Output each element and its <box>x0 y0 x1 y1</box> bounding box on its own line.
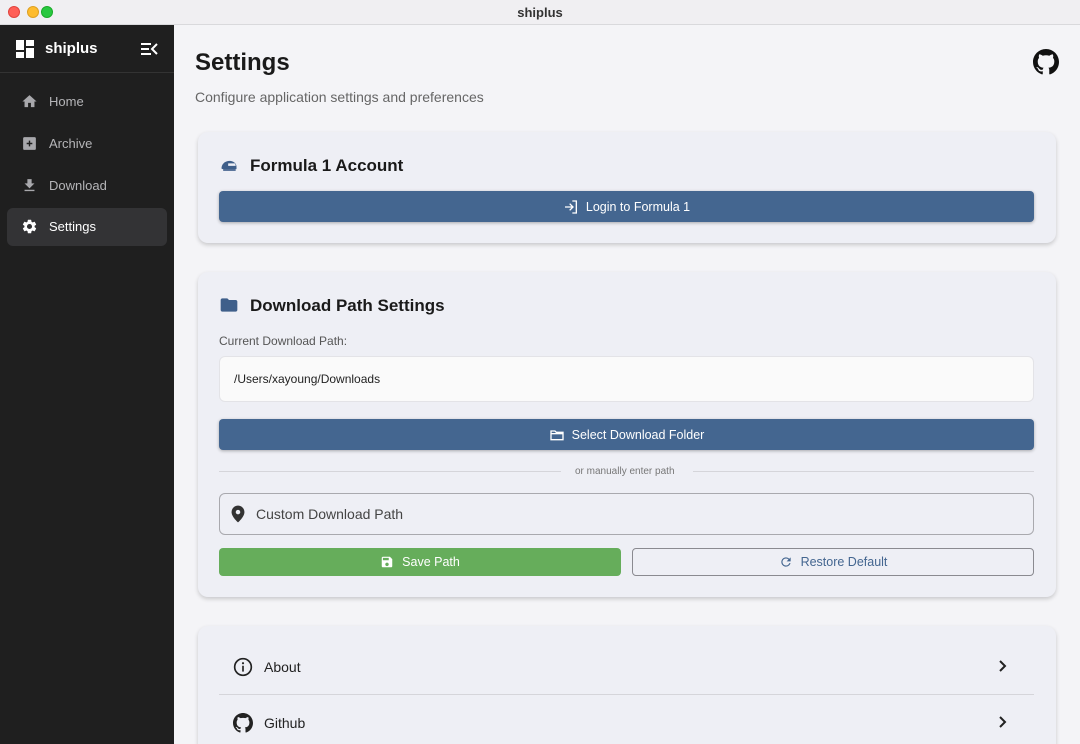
list-item-label: Github <box>264 715 306 731</box>
github-icon[interactable] <box>1033 49 1059 75</box>
archive-icon <box>23 137 36 150</box>
divider-right <box>693 471 1034 472</box>
save-path-button[interactable]: Save Path <box>219 548 621 576</box>
login-icon <box>564 199 577 214</box>
current-path-value: /Users/xayoung/Downloads <box>234 372 381 386</box>
sidebar-item-label: Home <box>49 94 84 109</box>
sidebar-brand: shiplus <box>0 25 174 73</box>
button-label: Save Path <box>402 555 460 569</box>
custom-path-input[interactable] <box>256 494 1016 534</box>
sidebar-item-home[interactable]: Home <box>7 83 167 121</box>
sidebar-item-archive[interactable]: Archive <box>7 125 167 163</box>
current-path-label: Current Download Path: <box>219 334 348 348</box>
refresh-icon <box>780 557 791 567</box>
folder-icon <box>220 298 238 312</box>
sidebar-item-label: Download <box>49 178 107 193</box>
sidebar-item-download[interactable]: Download <box>7 167 167 205</box>
github-icon <box>233 713 253 733</box>
sidebar-item-settings[interactable]: Settings <box>7 208 167 246</box>
sidebar-item-label: Settings <box>49 219 96 234</box>
home-icon <box>22 95 37 108</box>
chevron-right-icon <box>999 660 1007 672</box>
folder-open-icon <box>549 429 564 440</box>
save-icon <box>381 556 393 568</box>
links-card: About Github <box>198 626 1056 744</box>
button-label: Select Download Folder <box>571 427 705 442</box>
login-formula1-button[interactable]: Login to Formula 1 <box>219 191 1034 222</box>
collapse-sidebar-icon[interactable] <box>140 40 158 58</box>
divider-left <box>219 471 561 472</box>
divider-text: or manually enter path <box>575 466 675 477</box>
main-content: Settings Configure application settings … <box>174 25 1080 744</box>
window-title: shiplus <box>517 5 563 20</box>
brand-name: shiplus <box>45 40 98 57</box>
location-pin-icon <box>231 505 245 523</box>
sidebar-item-label: Archive <box>49 136 93 151</box>
list-item-label: About <box>264 659 301 675</box>
card-title: Formula 1 Account <box>250 156 404 175</box>
dashboard-logo-icon <box>16 40 34 58</box>
list-item-about[interactable]: About <box>219 639 1034 694</box>
window-titlebar: shiplus <box>0 0 1080 25</box>
button-label: Restore Default <box>800 555 888 569</box>
current-path-display: /Users/xayoung/Downloads <box>219 356 1034 402</box>
page-title: Settings <box>195 49 290 76</box>
info-icon <box>233 657 253 677</box>
formula1-account-card: Formula 1 Account Login to Formula 1 <box>198 132 1056 243</box>
select-download-folder-button[interactable]: Select Download Folder <box>219 419 1034 450</box>
sidebar: shiplus Home Archive Download Settings <box>0 25 174 744</box>
card-title: Download Path Settings <box>250 296 445 315</box>
gear-icon <box>22 219 37 234</box>
restore-default-button[interactable]: Restore Default <box>632 548 1034 576</box>
download-icon <box>24 179 35 192</box>
chevron-right-icon <box>999 716 1007 728</box>
download-path-card: Download Path Settings Current Download … <box>198 272 1056 597</box>
custom-path-field[interactable] <box>219 493 1034 535</box>
page-subtitle: Configure application settings and prefe… <box>195 89 484 105</box>
button-label: Login to Formula 1 <box>585 199 691 214</box>
list-item-github[interactable]: Github <box>219 695 1034 744</box>
helmet-icon <box>221 160 237 171</box>
